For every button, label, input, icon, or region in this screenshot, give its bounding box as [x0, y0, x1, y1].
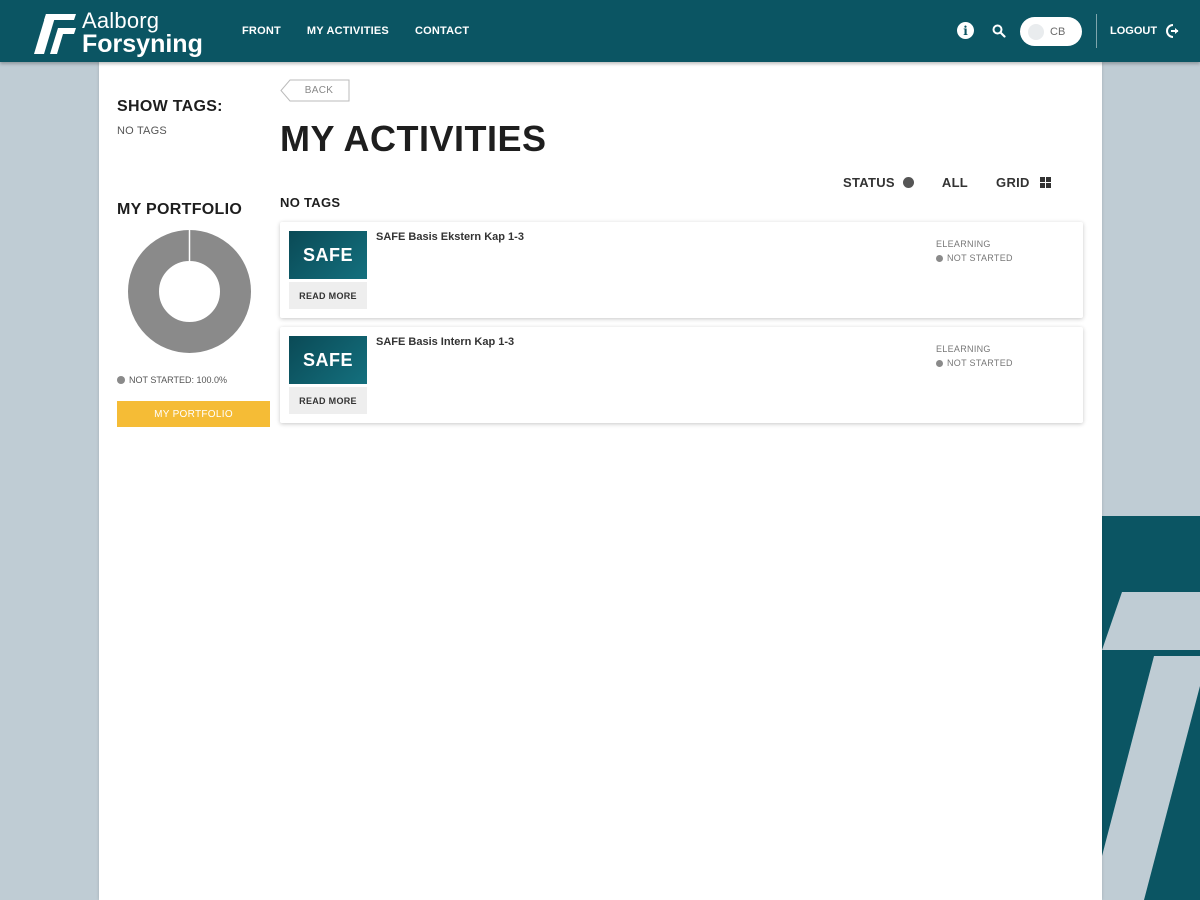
- activity-status: NOT STARTED: [936, 358, 1013, 368]
- grid-icon: [1039, 177, 1051, 188]
- activity-title[interactable]: SAFE Basis Intern Kap 1-3: [376, 336, 514, 348]
- my-portfolio-button[interactable]: MY PORTFOLIO: [117, 401, 270, 427]
- page-title: MY ACTIVITIES: [280, 118, 547, 159]
- top-navigation-bar: Aalborg Forsyning FRONT MY ACTIVITIES CO…: [0, 0, 1200, 62]
- activity-card[interactable]: SAFE READ MORE SAFE Basis Ekstern Kap 1-…: [280, 222, 1083, 318]
- status-filter-label: STATUS: [843, 175, 895, 190]
- status-dot-icon: [936, 254, 943, 262]
- activity-thumbnail[interactable]: SAFE: [289, 231, 367, 279]
- portfolio-legend: NOT STARTED: 100.0%: [117, 375, 227, 385]
- brand-logo[interactable]: Aalborg Forsyning: [32, 6, 207, 58]
- activity-status-label: NOT STARTED: [947, 253, 1013, 263]
- grid-label: GRID: [996, 175, 1030, 190]
- read-more-button[interactable]: READ MORE: [289, 282, 367, 309]
- status-dot-icon: [936, 359, 943, 367]
- grid-view-toggle[interactable]: GRID: [996, 175, 1051, 190]
- nav-contact[interactable]: CONTACT: [415, 25, 469, 37]
- logout-label: LOGOUT: [1110, 25, 1158, 37]
- logo-mark-icon: [34, 14, 76, 54]
- logout-icon: [1166, 24, 1179, 38]
- user-initials: CB: [1050, 25, 1066, 38]
- main-nav: FRONT MY ACTIVITIES CONTACT: [242, 0, 469, 62]
- activity-title[interactable]: SAFE Basis Ekstern Kap 1-3: [376, 231, 524, 243]
- status-dot-icon: [902, 177, 914, 188]
- activity-thumbnail[interactable]: SAFE: [289, 336, 367, 384]
- user-menu-button[interactable]: CB: [1020, 17, 1082, 46]
- header-divider: [1096, 14, 1097, 48]
- activity-type: ELEARNING: [936, 239, 991, 249]
- info-icon[interactable]: i: [957, 22, 974, 39]
- main-no-tags: NO TAGS: [280, 195, 341, 210]
- all-filter[interactable]: ALL: [942, 175, 968, 190]
- nav-my-activities[interactable]: MY ACTIVITIES: [307, 25, 389, 37]
- portfolio-donut-chart: [128, 230, 251, 353]
- activity-type: ELEARNING: [936, 344, 991, 354]
- read-more-button[interactable]: READ MORE: [289, 387, 367, 414]
- activity-card[interactable]: SAFE READ MORE SAFE Basis Intern Kap 1-3…: [280, 327, 1083, 423]
- activity-status: NOT STARTED: [936, 253, 1013, 263]
- background-decoration: [1102, 516, 1200, 900]
- nav-front[interactable]: FRONT: [242, 25, 281, 37]
- show-tags-heading: SHOW TAGS:: [117, 98, 223, 115]
- back-button[interactable]: BACK: [280, 79, 350, 102]
- back-label: BACK: [304, 84, 334, 96]
- avatar: [1028, 23, 1044, 40]
- content-panel: SHOW TAGS: NO TAGS MY PORTFOLIO NOT STAR…: [99, 62, 1102, 900]
- legend-label: NOT STARTED: 100.0%: [129, 375, 228, 385]
- brand-name-line2: Forsyning: [82, 30, 203, 58]
- status-filter[interactable]: STATUS: [843, 175, 914, 190]
- sidebar-no-tags: NO TAGS: [117, 125, 167, 137]
- portfolio-heading: MY PORTFOLIO: [117, 201, 243, 218]
- activity-filters: STATUS ALL GRID: [843, 175, 1051, 190]
- activity-status-label: NOT STARTED: [947, 358, 1013, 368]
- search-icon[interactable]: [992, 24, 1006, 38]
- legend-dot: [117, 376, 125, 384]
- logout-button[interactable]: LOGOUT: [1110, 24, 1179, 38]
